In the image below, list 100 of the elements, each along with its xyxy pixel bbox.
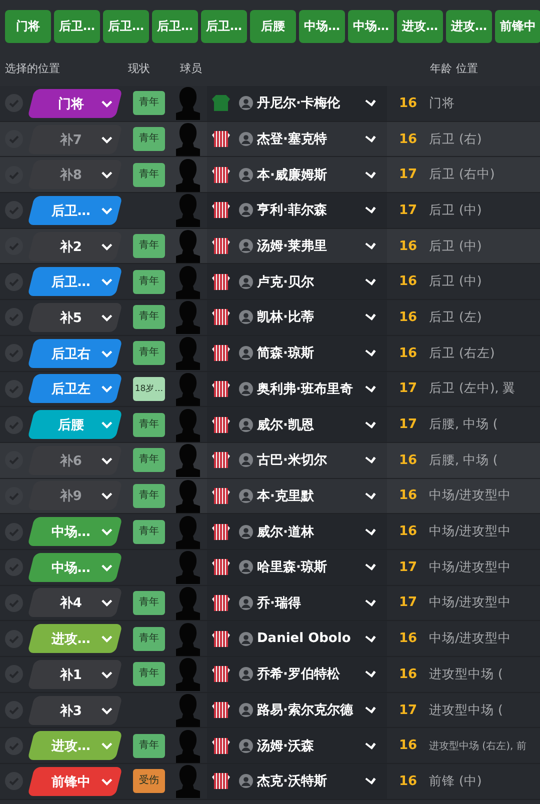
player-row[interactable]: 补1 青年 乔希·罗伯特松 16 进攻型中场 (	[0, 657, 540, 693]
check-icon[interactable]	[5, 701, 23, 720]
position-filter-button[interactable]: 门将	[5, 10, 51, 43]
status-tag: 青年	[133, 234, 165, 258]
position-dropdown[interactable]: 补8	[27, 160, 123, 190]
striped-shirt-icon	[211, 557, 231, 578]
player-age: 16	[398, 310, 418, 325]
check-icon[interactable]	[5, 201, 23, 220]
player-row[interactable]: 后卫… 亨利·菲尔森 17 后卫 (中)	[0, 193, 540, 229]
status-tag: 青年	[133, 590, 165, 615]
player-name: 哈里森·琼斯	[257, 558, 328, 576]
position-filter-button[interactable]: 后腰	[250, 10, 296, 43]
chevron-icon	[101, 242, 113, 250]
player-silhouette-icon	[175, 443, 201, 478]
check-icon[interactable]	[5, 416, 23, 434]
check-icon[interactable]	[5, 344, 23, 362]
check-icon[interactable]	[5, 130, 23, 148]
position-dropdown[interactable]: 后卫…	[27, 267, 123, 296]
chevron-icon	[364, 135, 378, 144]
player-row[interactable]: 中场… 哈里森·琼斯 17 中场/进攻型中	[0, 550, 540, 586]
person-icon	[239, 524, 253, 539]
player-row[interactable]: 后腰 青年 威尔·凯恩 17 后腰, 中场 (	[0, 407, 540, 443]
person-icon	[239, 667, 253, 682]
position-dropdown[interactable]: 中场…	[27, 552, 123, 582]
position-dropdown[interactable]: 补6	[27, 446, 123, 475]
player-row[interactable]: 后卫右 青年 简森·琼斯 16 后卫 (右左)	[0, 336, 540, 372]
player-row[interactable]: 补8 青年 本·威廉姆斯 17 后卫 (右中)	[0, 157, 540, 194]
player-name: 简森·琼斯	[257, 344, 315, 362]
chevron-icon	[364, 528, 378, 536]
check-icon[interactable]	[5, 166, 23, 184]
player-row[interactable]: 后卫… 青年 卢克·贝尔 16 后卫 (中)	[0, 264, 540, 300]
check-icon[interactable]	[5, 237, 23, 256]
position-filter-button[interactable]: 中场…	[299, 10, 345, 43]
position-dropdown[interactable]: 门将	[27, 88, 123, 118]
player-age: 16	[398, 346, 418, 361]
position-dropdown[interactable]: 补2	[27, 232, 123, 261]
column-header: 选择的位置	[4, 60, 61, 76]
check-icon[interactable]	[5, 594, 23, 612]
position-dropdown[interactable]: 补4	[27, 588, 123, 618]
position-dropdown[interactable]: 后卫右	[27, 338, 123, 368]
position-filter-button[interactable]: 进攻…	[446, 10, 492, 43]
player-silhouette-icon	[175, 550, 201, 584]
position-dropdown[interactable]: 补1	[27, 660, 123, 689]
check-icon[interactable]	[5, 94, 23, 112]
check-icon[interactable]	[5, 665, 23, 684]
position-filter-button[interactable]: 后卫…	[152, 10, 198, 43]
chevron-icon	[364, 670, 378, 678]
player-row[interactable]: 进攻… 青年 Daniel Obolo 16 中场/进攻型中	[0, 621, 540, 657]
chevron-icon	[101, 598, 113, 607]
player-age: 16	[398, 631, 418, 646]
player-row[interactable]: 补2 青年 汤姆·莱弗里 16 后卫 (中)	[0, 228, 540, 264]
position-dropdown[interactable]: 补9	[27, 481, 123, 510]
check-icon[interactable]	[5, 451, 23, 470]
player-row[interactable]: 补9 青年 本·克里默 16 中场/进攻型中	[0, 478, 540, 514]
position-filter-button[interactable]: 后卫…	[54, 10, 100, 43]
player-row[interactable]: 补7 青年 杰登·塞克特 16 后卫 (右)	[0, 122, 540, 158]
striped-shirt-icon	[211, 378, 231, 399]
person-icon	[239, 132, 253, 146]
position-filter-button[interactable]: 前锋中	[495, 10, 540, 43]
player-row[interactable]: 补5 青年 凯林·比蒂 16 后卫 (左)	[0, 300, 540, 336]
position-dropdown[interactable]: 补3	[27, 696, 123, 725]
player-name: 乔·瑞得	[257, 594, 302, 612]
player-age: 16	[398, 738, 418, 754]
position-dropdown[interactable]: 补7	[27, 124, 123, 154]
position-dropdown[interactable]: 后卫…	[27, 196, 123, 225]
player-row[interactable]: 补6 青年 古巴·米切尔 16 后腰, 中场 (	[0, 442, 540, 479]
check-icon[interactable]	[5, 558, 23, 576]
striped-shirt-icon	[211, 164, 231, 185]
check-icon[interactable]	[5, 486, 23, 505]
check-icon[interactable]	[5, 380, 23, 398]
check-icon[interactable]	[5, 522, 23, 541]
player-name: 奥利弗·班布里奇	[257, 380, 354, 398]
player-silhouette-icon	[175, 478, 201, 513]
player-row[interactable]: 进攻… 青年 汤姆·沃森 16 进攻型中场 (右左), 前	[0, 728, 540, 764]
position-dropdown[interactable]: 前锋中	[27, 766, 123, 796]
check-icon[interactable]	[5, 630, 23, 648]
check-icon[interactable]	[5, 308, 23, 326]
person-icon	[239, 203, 253, 218]
check-icon[interactable]	[5, 772, 23, 790]
column-header: 年龄	[430, 60, 453, 76]
striped-shirt-icon	[211, 664, 231, 684]
player-row[interactable]: 门将 青年 丹尼尔·卡梅伦 16 门将	[0, 86, 540, 122]
position-filter-button[interactable]: 后卫…	[103, 10, 149, 43]
position-dropdown[interactable]: 后卫左	[27, 374, 123, 404]
position-filter-button[interactable]: 后卫…	[201, 10, 247, 43]
check-icon[interactable]	[5, 736, 23, 755]
position-dropdown[interactable]: 补5	[27, 302, 123, 332]
player-silhouette-icon	[175, 336, 201, 370]
player-row[interactable]: 前锋中 受伤 杰克·沃特斯 16 前锋 (中)	[0, 764, 540, 800]
player-name: 凯林·比蒂	[257, 309, 315, 326]
position-filter-button[interactable]: 中场…	[348, 10, 394, 43]
check-icon[interactable]	[5, 272, 23, 291]
player-row[interactable]: 补4 青年 乔·瑞得 17 中场/进攻型中	[0, 586, 540, 622]
column-header: 现状	[128, 60, 151, 76]
player-row[interactable]: 后卫左 18岁… 奥利弗·班布里奇 17 后卫 (左中), 翼	[0, 372, 540, 408]
player-row[interactable]: 补3 路易·索尔克尔德 17 进攻型中场 (	[0, 692, 540, 728]
position-dropdown[interactable]: 中场…	[27, 517, 123, 546]
position-filter-button[interactable]: 进攻…	[397, 10, 443, 43]
chevron-icon	[364, 278, 378, 286]
player-row[interactable]: 中场… 青年 威尔·道林 16 中场/进攻型中	[0, 514, 540, 550]
